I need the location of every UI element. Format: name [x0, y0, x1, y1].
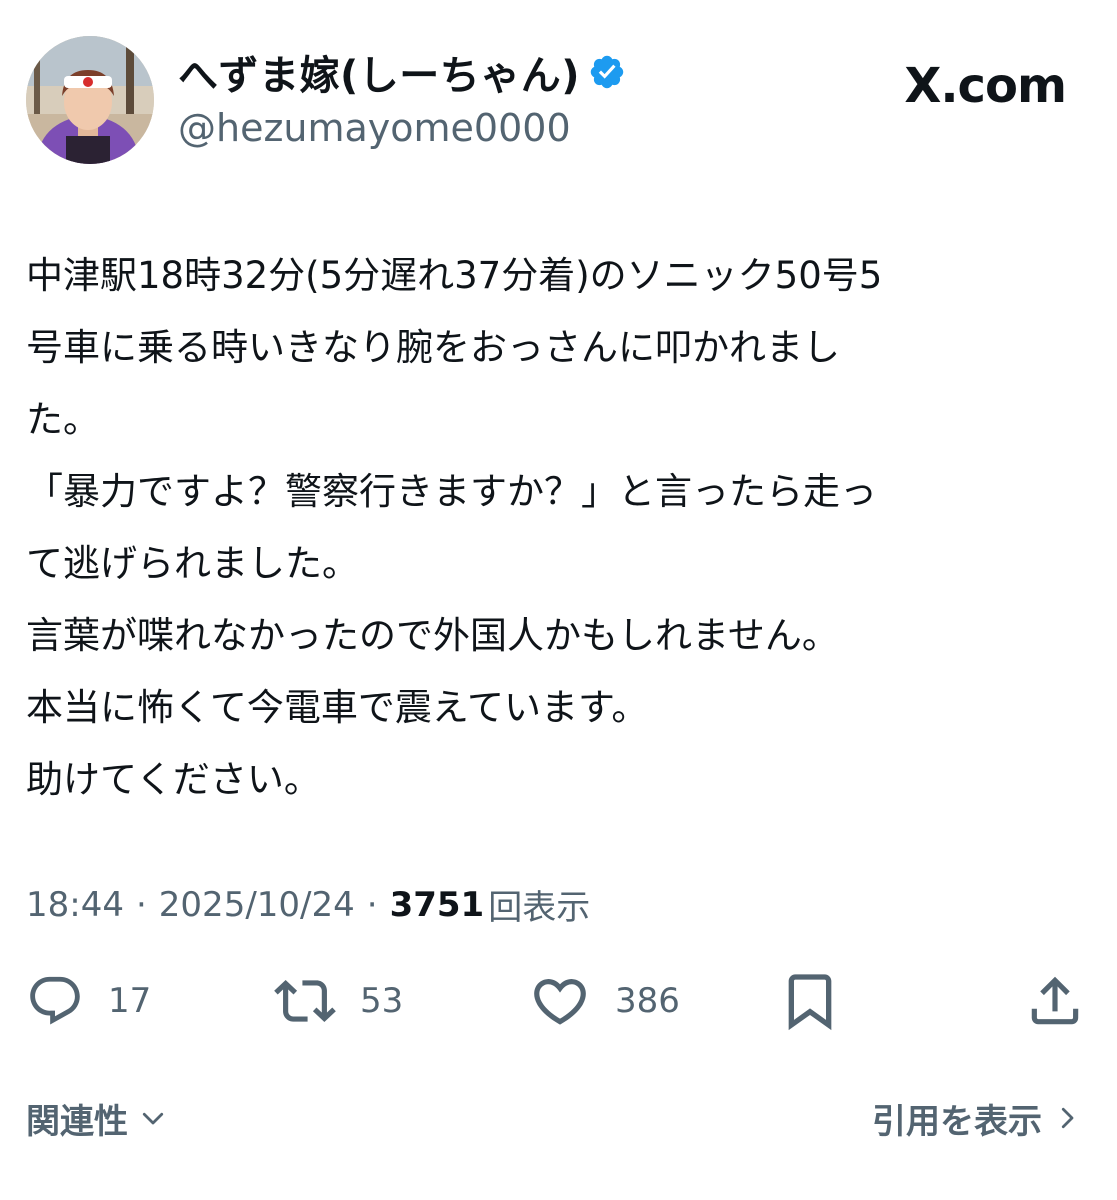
view-quotes-link[interactable]: 引用を表示 [872, 1088, 1082, 1148]
bookmark-icon [788, 974, 832, 1031]
share-icon [1031, 976, 1079, 1025]
retweet-button[interactable]: 53 [274, 968, 403, 1034]
tweet-line: 言葉が喋れなかったので外国人かもしれません。 [26, 614, 839, 657]
share-button[interactable] [1024, 968, 1086, 1034]
quotes-label: 引用を表示 [872, 1101, 1042, 1142]
reply-button[interactable]: 17 [26, 968, 151, 1034]
chevron-right-icon [1061, 1107, 1074, 1129]
brand-text: X.com [904, 58, 1067, 114]
chevron-down-icon [142, 1112, 164, 1125]
avatar-photo [26, 36, 154, 164]
related-sort-dropdown[interactable]: 関連性 [26, 1088, 168, 1148]
related-label: 関連性 [26, 1101, 128, 1142]
views-count[interactable]: 3751 [390, 885, 485, 925]
display-name-row: へずま嫁(しーちゃん) [178, 48, 626, 99]
heart-icon [534, 979, 586, 1025]
reply-count: 17 [108, 981, 152, 1021]
like-button[interactable]: 386 [529, 968, 680, 1034]
tweet-line: た。 [26, 398, 100, 441]
tweet-line: 号車に乗る時いきなり腕をおっさんに叩かれまし [26, 326, 840, 369]
tweet-line: て逃げられました。 [26, 542, 359, 585]
retweet-icon [274, 980, 336, 1022]
reply-icon [30, 976, 80, 1025]
tweet-date[interactable]: 2025/10/24 [159, 885, 355, 925]
like-count: 386 [615, 981, 680, 1021]
action-bar: 17 53 386 [26, 968, 1091, 1034]
tweet-line: 「暴力ですよ？警察行きますか？」と言ったら走っ [26, 470, 877, 513]
views-label: 回表示 [488, 888, 591, 928]
tweet-footer: 関連性 引用を表示 [26, 1088, 1086, 1148]
tweet-text: 中津駅18時32分(5分遅れ37分着)のソニック50号5 号車に乗る時いきなり腕… [26, 240, 1086, 816]
user-info[interactable]: へずま嫁(しーちゃん) @hezumayome0000 [178, 48, 626, 150]
tweet-line: 本当に怖くて今電車で震えています。 [26, 686, 649, 729]
tweet-time[interactable]: 18:44 [26, 885, 124, 925]
handle[interactable]: @hezumayome0000 [178, 106, 626, 150]
tweet-line: 助けてください。 [26, 758, 321, 801]
brand-logo: X.com [904, 58, 1067, 114]
tweet-header: へずま嫁(しーちゃん) @hezumayome0000 X.com [26, 36, 1086, 166]
avatar[interactable] [26, 36, 154, 164]
bookmark-button[interactable] [778, 968, 842, 1034]
meta-separator: · [366, 884, 378, 925]
meta-separator: · [135, 884, 147, 925]
verified-badge-icon [588, 53, 626, 91]
tweet-meta: 18:44 · 2025/10/24 · 3751 回表示 [26, 880, 590, 929]
retweet-count: 53 [360, 981, 404, 1021]
display-name[interactable]: へずま嫁(しーちゃん) [178, 43, 580, 101]
tweet-line: 中津駅18時32分(5分遅れ37分着)のソニック50号5 [26, 254, 883, 297]
